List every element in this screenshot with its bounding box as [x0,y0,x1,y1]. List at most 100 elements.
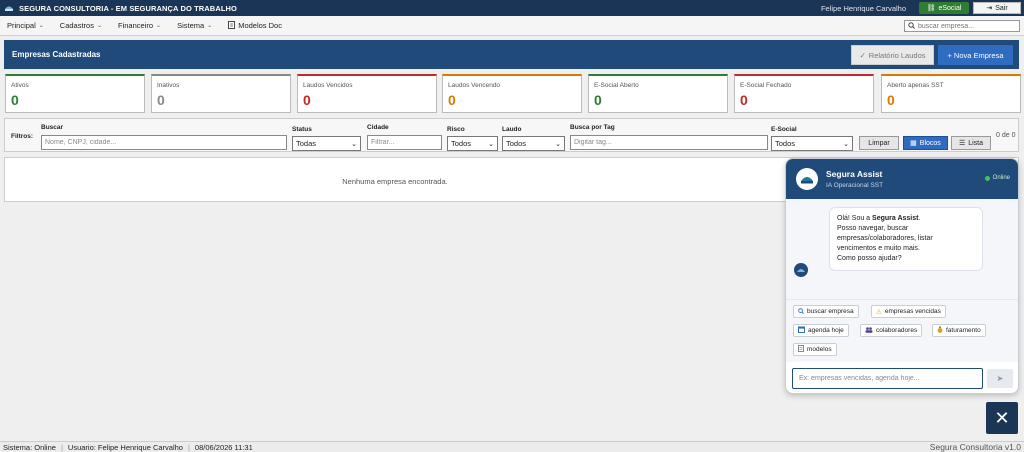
stat-card-esocial-aberto[interactable]: E-Social Aberto 0 [588,74,728,113]
stat-card-label: Laudos Vencidos [303,82,353,89]
company-search-input[interactable] [918,22,1013,30]
empty-message: Nenhuma empresa encontrada. [342,177,448,186]
chip-agenda-hoje[interactable]: agenda hoje [793,324,849,337]
app-version: Segura Consultoria v1.0 [929,442,1021,452]
status-label: Status [292,126,312,133]
chip-modelos[interactable]: modelos [793,343,837,356]
calendar-icon [798,326,805,335]
quick-actions: buscar empresa ⚠ empresas vencidas agend… [786,299,1018,362]
chip-faturamento[interactable]: faturamento [932,324,986,337]
laudo-select[interactable]: Todos ⌄ [502,136,565,151]
chip-label: faturamento [946,327,981,334]
chevron-down-icon: ⌄ [207,23,213,29]
greeting-line: Como posso ajudar? [837,255,902,262]
stat-card-value: 0 [740,92,748,108]
chip-colaboradores[interactable]: colaboradores [860,324,923,337]
filters-bar: Filtros: Buscar Status Todas ⌄ Cidade Ris… [4,118,1019,152]
limpar-label: Limpar [868,139,890,147]
company-search [904,20,1020,32]
stat-card-ativos[interactable]: Ativos 0 [5,74,145,113]
chip-label: modelos [807,346,832,353]
esocial-filter-label: E-Social [771,126,797,133]
view-blocos-button[interactable]: ▦ Blocos [903,136,948,150]
menu-cadastros[interactable]: Cadastros ⌄ [60,21,102,30]
cidade-label: Cidade [367,124,389,131]
stat-card-value: 0 [157,92,165,108]
chevron-down-icon: ⌄ [488,140,494,148]
link-icon: ⛓ [926,5,936,12]
assistant-status-label: Online [992,175,1010,181]
online-dot-icon [984,175,990,181]
relatorio-laudos-button[interactable]: ✓ Relatório Laudos [851,45,934,65]
menu-sistema[interactable]: Sistema ⌄ [177,21,212,30]
send-button[interactable]: ➤ [987,369,1013,388]
assistant-chat: Segura Assist IA Operacional SST Online … [785,158,1019,394]
warning-icon: ⚠ [876,308,882,316]
limpar-button[interactable]: Limpar [859,136,899,150]
check-icon: ✓ [859,50,866,60]
chat-message-input[interactable] [792,368,983,389]
assistant-subtitle: IA Operacional SST [826,182,884,189]
chevron-down-icon: ⌄ [96,23,103,29]
list-icon: ☰ [958,140,966,147]
menu-label: Cadastros [59,21,94,30]
stat-card-inativos[interactable]: Inativos 0 [151,74,291,113]
stat-card-laudos-vencidos[interactable]: Laudos Vencidos 0 [297,74,437,113]
buscar-label: Buscar [41,124,64,131]
stat-card-label: E-Social Aberto [594,82,639,89]
menu-financeiro[interactable]: Financeiro ⌄ [118,21,161,30]
document-icon [798,345,804,354]
stat-card-label: E-Social Fechado [740,82,792,89]
people-icon [865,326,873,335]
menu-label: Financeiro [118,21,154,30]
separator: | [187,442,190,452]
cidade-input[interactable] [367,135,442,150]
view-lista-button[interactable]: ☰ Lista [951,136,991,150]
close-chat-button[interactable]: ✕ [986,402,1018,434]
menu-label: Principal [7,21,36,30]
assistant-message: Olá! Sou a Segura Assist. Posso navegar,… [829,207,983,271]
app-title: SEGURA CONSULTORIA - EM SEGURANÇA DO TRA… [19,3,237,13]
menu-principal[interactable]: Principal ⌄ [7,21,44,30]
stat-card-value: 0 [594,92,602,108]
chip-empresas-vencidas[interactable]: ⚠ empresas vencidas [871,305,946,318]
stat-card-label: Aberto apenas SST [887,82,944,89]
buscar-input[interactable] [41,135,287,150]
chat-header: Segura Assist IA Operacional SST Online [786,159,1018,199]
risco-label: Risco [447,126,465,133]
assistant-name: Segura Assist [826,169,883,179]
system-status: Sistema: Online [3,442,56,452]
chip-label: agenda hoje [808,327,844,334]
chevron-down-icon: ⌄ [351,140,357,148]
assistant-mini-avatar-icon [794,263,808,277]
laudo-select-value: Todos [506,139,527,148]
stat-card-label: Laudos Vencendo [448,82,501,89]
greeting-suffix: . [918,215,921,222]
stat-card-esocial-fechado[interactable]: E-Social Fechado 0 [734,74,874,113]
stat-card-aberto-apenas-sst[interactable]: Aberto apenas SST 0 [881,74,1021,113]
stat-card-laudos-vencendo[interactable]: Laudos Vencendo 0 [442,74,582,113]
chevron-down-icon: ⌄ [156,23,162,29]
send-icon: ➤ [996,374,1004,383]
chip-buscar-empresa[interactable]: buscar empresa [793,305,859,318]
risco-select[interactable]: Todos ⌄ [447,136,498,151]
status-select-value: Todas [296,139,317,148]
greeting-line: Posso navegar, buscar [837,225,909,232]
menu-modelos-doc[interactable]: Modelos Doc [228,20,282,31]
nova-empresa-button[interactable]: + Nova Empresa [938,45,1013,65]
esocial-button[interactable]: ⛓ eSocial [919,2,969,14]
status-user: Usuario: Felipe Henrique Carvalho [67,442,183,452]
grid-icon: ▦ [910,140,917,147]
esocial-select[interactable]: Todos ⌄ [771,136,853,151]
logout-button[interactable]: ⇥ Sair [973,2,1021,14]
status-select[interactable]: Todas ⌄ [292,136,361,151]
stat-card-value: 0 [448,92,456,108]
menu-label: Modelos Doc [238,21,282,30]
tag-input[interactable] [570,135,768,150]
esocial-button-label: eSocial [938,4,962,12]
chip-label: empresas vencidas [884,308,941,315]
app-logo-icon [4,3,14,13]
esocial-select-value: Todos [775,139,796,148]
stat-card-label: Ativos [11,82,29,89]
status-bar: Sistema: Online | Usuario: Felipe Henriq… [0,441,1024,452]
